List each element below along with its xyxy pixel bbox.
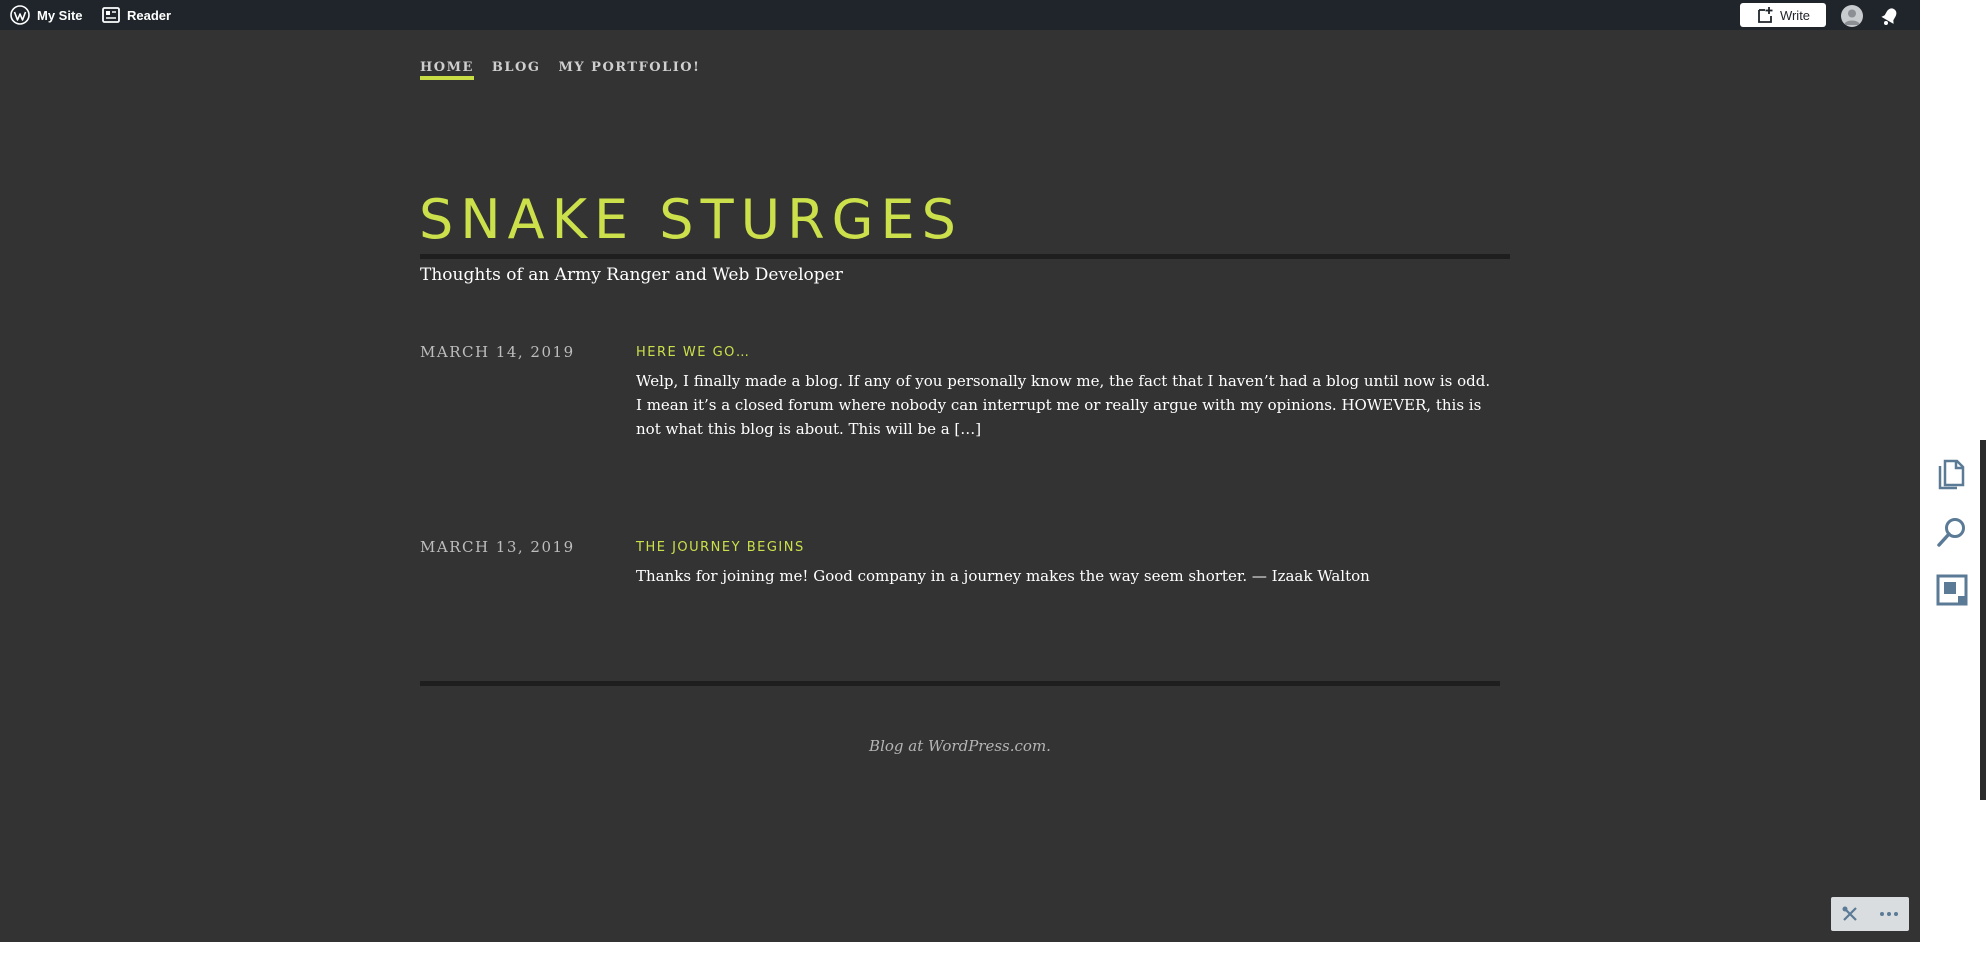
reader-label: Reader xyxy=(127,7,172,23)
my-site-button[interactable]: My Site xyxy=(10,0,83,30)
mini-toolbar xyxy=(1831,897,1909,931)
write-icon xyxy=(1756,6,1774,24)
editor-sidebar xyxy=(1920,440,1986,840)
more-icon[interactable] xyxy=(1879,911,1899,917)
search-icon[interactable] xyxy=(1936,516,1968,548)
site-frame: My Site Reader Write HOME BLOG MY PORTFO… xyxy=(0,0,1920,942)
sidebar-scrollbar[interactable] xyxy=(1980,440,1986,800)
reader-button[interactable]: Reader xyxy=(102,0,171,30)
nav-item-blog[interactable]: BLOG xyxy=(492,60,541,75)
footer-divider xyxy=(420,681,1500,686)
footer-credit-link[interactable]: Blog at WordPress.com. xyxy=(420,737,1500,755)
post-title[interactable]: HERE WE GO… xyxy=(636,345,750,360)
notifications-bell-icon[interactable] xyxy=(1880,6,1900,26)
reader-icon xyxy=(102,7,120,23)
tools-icon[interactable] xyxy=(1841,905,1859,923)
wordpress-logo-icon xyxy=(10,5,30,25)
title-divider xyxy=(420,254,1510,259)
write-button[interactable]: Write xyxy=(1740,3,1826,27)
post-excerpt: Thanks for joining me! Good company in a… xyxy=(636,567,1370,585)
site-title[interactable]: SNAKE STURGES xyxy=(419,188,963,251)
write-label: Write xyxy=(1779,7,1811,23)
customize-icon[interactable] xyxy=(1936,574,1968,606)
post-date[interactable]: MARCH 13, 2019 xyxy=(420,538,575,556)
nav-item-home[interactable]: HOME xyxy=(420,60,474,80)
site-tagline: Thoughts of an Army Ranger and Web Devel… xyxy=(420,265,843,285)
main-navigation: HOME BLOG MY PORTFOLIO! xyxy=(420,60,700,80)
nav-item-portfolio[interactable]: MY PORTFOLIO! xyxy=(558,60,700,75)
my-site-label: My Site xyxy=(37,7,83,23)
post-excerpt: Welp, I finally made a blog. If any of y… xyxy=(636,372,1491,438)
pages-icon[interactable] xyxy=(1936,458,1968,490)
avatar[interactable] xyxy=(1841,5,1863,27)
post-title[interactable]: THE JOURNEY BEGINS xyxy=(636,540,805,555)
admin-bar: My Site Reader Write xyxy=(0,0,1920,30)
post-date[interactable]: MARCH 14, 2019 xyxy=(420,343,575,361)
